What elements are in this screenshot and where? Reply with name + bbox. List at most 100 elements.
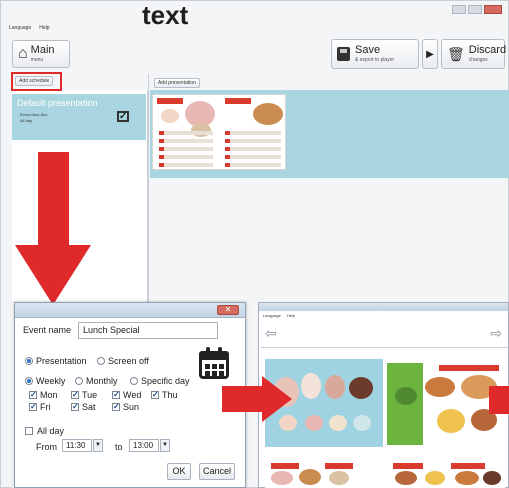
close-icon[interactable] xyxy=(484,5,502,14)
food-image xyxy=(437,409,465,433)
presentation-radio[interactable] xyxy=(25,357,33,365)
player-menu-help[interactable]: Help xyxy=(287,313,295,318)
overlay-text: text xyxy=(142,0,189,30)
to-time-input[interactable]: 13:00 xyxy=(129,439,159,452)
day-label-fri: Fri xyxy=(40,402,51,412)
day-checkbox-tue[interactable]: ✓ xyxy=(71,391,79,399)
menu-row xyxy=(225,139,281,143)
ok-button[interactable]: OK xyxy=(167,463,191,480)
minimize-icon[interactable] xyxy=(452,5,466,14)
food-image xyxy=(425,471,445,485)
main-menu-sublabel: menu xyxy=(30,57,44,63)
discard-label: Discard xyxy=(468,44,507,56)
event-name-field[interactable]: Lunch Special xyxy=(78,322,218,339)
all-day-checkbox[interactable] xyxy=(25,427,33,435)
save-sublabel: & export to player xyxy=(355,57,395,63)
specific-day-radio[interactable] xyxy=(130,377,138,385)
red-banner xyxy=(393,463,423,469)
schedule-days: Every Mon-Sun xyxy=(20,112,48,117)
to-label: to xyxy=(115,442,123,452)
schedule-title: Default presentation xyxy=(17,98,98,108)
specific-day-radio-label: Specific day xyxy=(141,376,190,386)
arrow-down-head xyxy=(15,245,91,305)
play-button[interactable]: ▶ xyxy=(422,39,438,69)
day-label-thu: Thu xyxy=(162,390,178,400)
schedule-dialog: ✕ Event name Lunch Special Presentation … xyxy=(14,302,246,488)
play-icon: ▶ xyxy=(426,48,434,60)
main-menu-label: Main xyxy=(30,44,55,56)
menu-row xyxy=(159,147,213,151)
day-checkbox-thu[interactable]: ✓ xyxy=(151,391,159,399)
maximize-icon[interactable] xyxy=(468,5,482,14)
food-image xyxy=(253,103,283,125)
discard-sublabel: changes xyxy=(468,57,488,63)
day-label-tue: Tue xyxy=(82,390,98,400)
close-icon[interactable]: ✕ xyxy=(217,305,239,315)
presentation-radio-label: Presentation xyxy=(36,356,87,366)
menu-row xyxy=(159,139,213,143)
red-banner xyxy=(451,463,485,469)
menubar: Language Help xyxy=(9,25,50,31)
day-checkbox-fri[interactable]: ✓ xyxy=(29,403,37,411)
monthly-radio[interactable] xyxy=(75,377,83,385)
food-image xyxy=(395,471,417,485)
menu-row xyxy=(159,155,213,159)
player-titlebar xyxy=(259,303,508,311)
chevron-down-icon[interactable]: ▼ xyxy=(93,439,103,452)
save-export-button[interactable]: Save & export to player xyxy=(331,39,419,69)
day-checkbox-wed[interactable]: ✓ xyxy=(112,391,120,399)
day-checkbox-mon[interactable]: ✓ xyxy=(29,391,37,399)
food-image xyxy=(299,469,321,485)
weekly-radio[interactable] xyxy=(25,377,33,385)
save-icon xyxy=(337,47,350,61)
menu-help[interactable]: Help xyxy=(39,25,49,31)
food-image xyxy=(483,471,501,485)
player-slide-burger xyxy=(387,363,505,445)
arrow-right-icon[interactable]: ⇨ xyxy=(490,325,502,342)
player-window: Language Help ⇦ ⇨ xyxy=(258,302,509,488)
schedule-item-default[interactable]: Default presentation Every Mon-Sun All d… xyxy=(12,94,146,140)
day-label-sat: Sat xyxy=(82,402,96,412)
arrow-left-icon[interactable]: ⇦ xyxy=(265,325,277,342)
food-image xyxy=(329,471,349,485)
discard-changes-button[interactable]: 🗑 Discard changes xyxy=(441,39,507,69)
red-banner xyxy=(325,463,353,469)
checkbox-checked-icon[interactable]: ✓ xyxy=(117,111,129,122)
arrow-right-head xyxy=(262,376,292,422)
menu-row xyxy=(159,163,213,167)
food-image xyxy=(425,377,455,397)
menu-row xyxy=(159,131,213,135)
screen-off-radio-label: Screen off xyxy=(108,356,149,366)
dialog-titlebar: ✕ xyxy=(15,303,245,318)
food-image xyxy=(301,373,321,399)
menu-row xyxy=(225,163,281,167)
screen-off-radio[interactable] xyxy=(97,357,105,365)
menu-language[interactable]: Language xyxy=(9,25,31,31)
player-divider xyxy=(261,347,508,348)
presentation-thumbnail[interactable] xyxy=(152,94,286,170)
add-presentation-button[interactable]: Add presentation xyxy=(154,78,200,88)
main-menu-button[interactable]: ⌂ Main menu xyxy=(12,40,70,68)
weekly-radio-label: Weekly xyxy=(36,376,66,386)
menu-banner-right xyxy=(225,98,251,104)
red-banner xyxy=(271,463,299,469)
cancel-button[interactable]: Cancel xyxy=(199,463,235,480)
food-image xyxy=(161,109,179,123)
food-image xyxy=(305,415,323,431)
day-checkbox-sat[interactable]: ✓ xyxy=(71,403,79,411)
player-menubar: Language Help xyxy=(263,313,295,318)
monthly-radio-label: Monthly xyxy=(86,376,118,386)
menu-row xyxy=(225,131,281,135)
food-image xyxy=(349,377,373,399)
window-controls xyxy=(452,5,502,14)
calendar-icon xyxy=(199,347,229,379)
save-label: Save xyxy=(355,44,381,56)
from-label: From xyxy=(36,442,57,452)
arrow-down-icon xyxy=(38,152,69,246)
menu-row xyxy=(225,147,281,151)
player-menu-language[interactable]: Language xyxy=(263,313,281,318)
food-image xyxy=(329,415,347,431)
from-time-input[interactable]: 11:30 xyxy=(62,439,92,452)
day-checkbox-sun[interactable]: ✓ xyxy=(112,403,120,411)
chevron-down-icon[interactable]: ▼ xyxy=(160,439,170,452)
